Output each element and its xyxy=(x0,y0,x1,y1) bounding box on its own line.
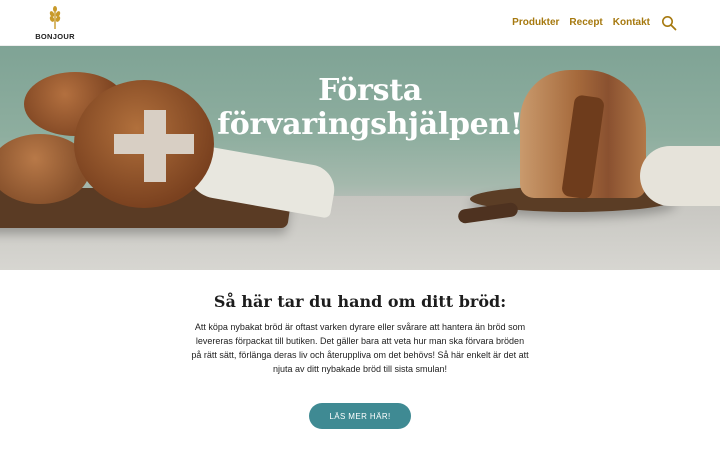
flour-cross xyxy=(114,110,194,182)
hero-banner: Första förvaringshjälpen! xyxy=(0,46,720,270)
main-nav: Produkter Recept Kontakt xyxy=(512,17,650,28)
nav-item-kontakt[interactable]: Kontakt xyxy=(613,17,650,28)
hero-title-line2: förvaringshjälpen! xyxy=(217,107,523,142)
section-body: Att köpa nybakat bröd är oftast varken d… xyxy=(191,322,529,374)
nav-item-recept[interactable]: Recept xyxy=(569,17,602,28)
read-more-button[interactable]: LÄS MER HÄR! xyxy=(309,403,411,429)
linen-cloth-right xyxy=(640,146,720,206)
site-header: BONJOUR Produkter Recept Kontakt xyxy=(0,0,720,46)
hero-title-line1: Första xyxy=(318,73,422,108)
hero-title: Första förvaringshjälpen! xyxy=(200,74,540,142)
section-title: Så här tar du hand om ditt bröd: xyxy=(213,292,507,311)
nav-item-produkter[interactable]: Produkter xyxy=(512,17,559,28)
search-icon[interactable] xyxy=(661,15,677,31)
content-section: Så här tar du hand om ditt bröd: Att köp… xyxy=(0,270,720,450)
logo-text: BONJOUR xyxy=(35,32,75,41)
bonjour-logo[interactable]: BONJOUR xyxy=(32,6,78,42)
wheat-icon xyxy=(49,6,61,29)
